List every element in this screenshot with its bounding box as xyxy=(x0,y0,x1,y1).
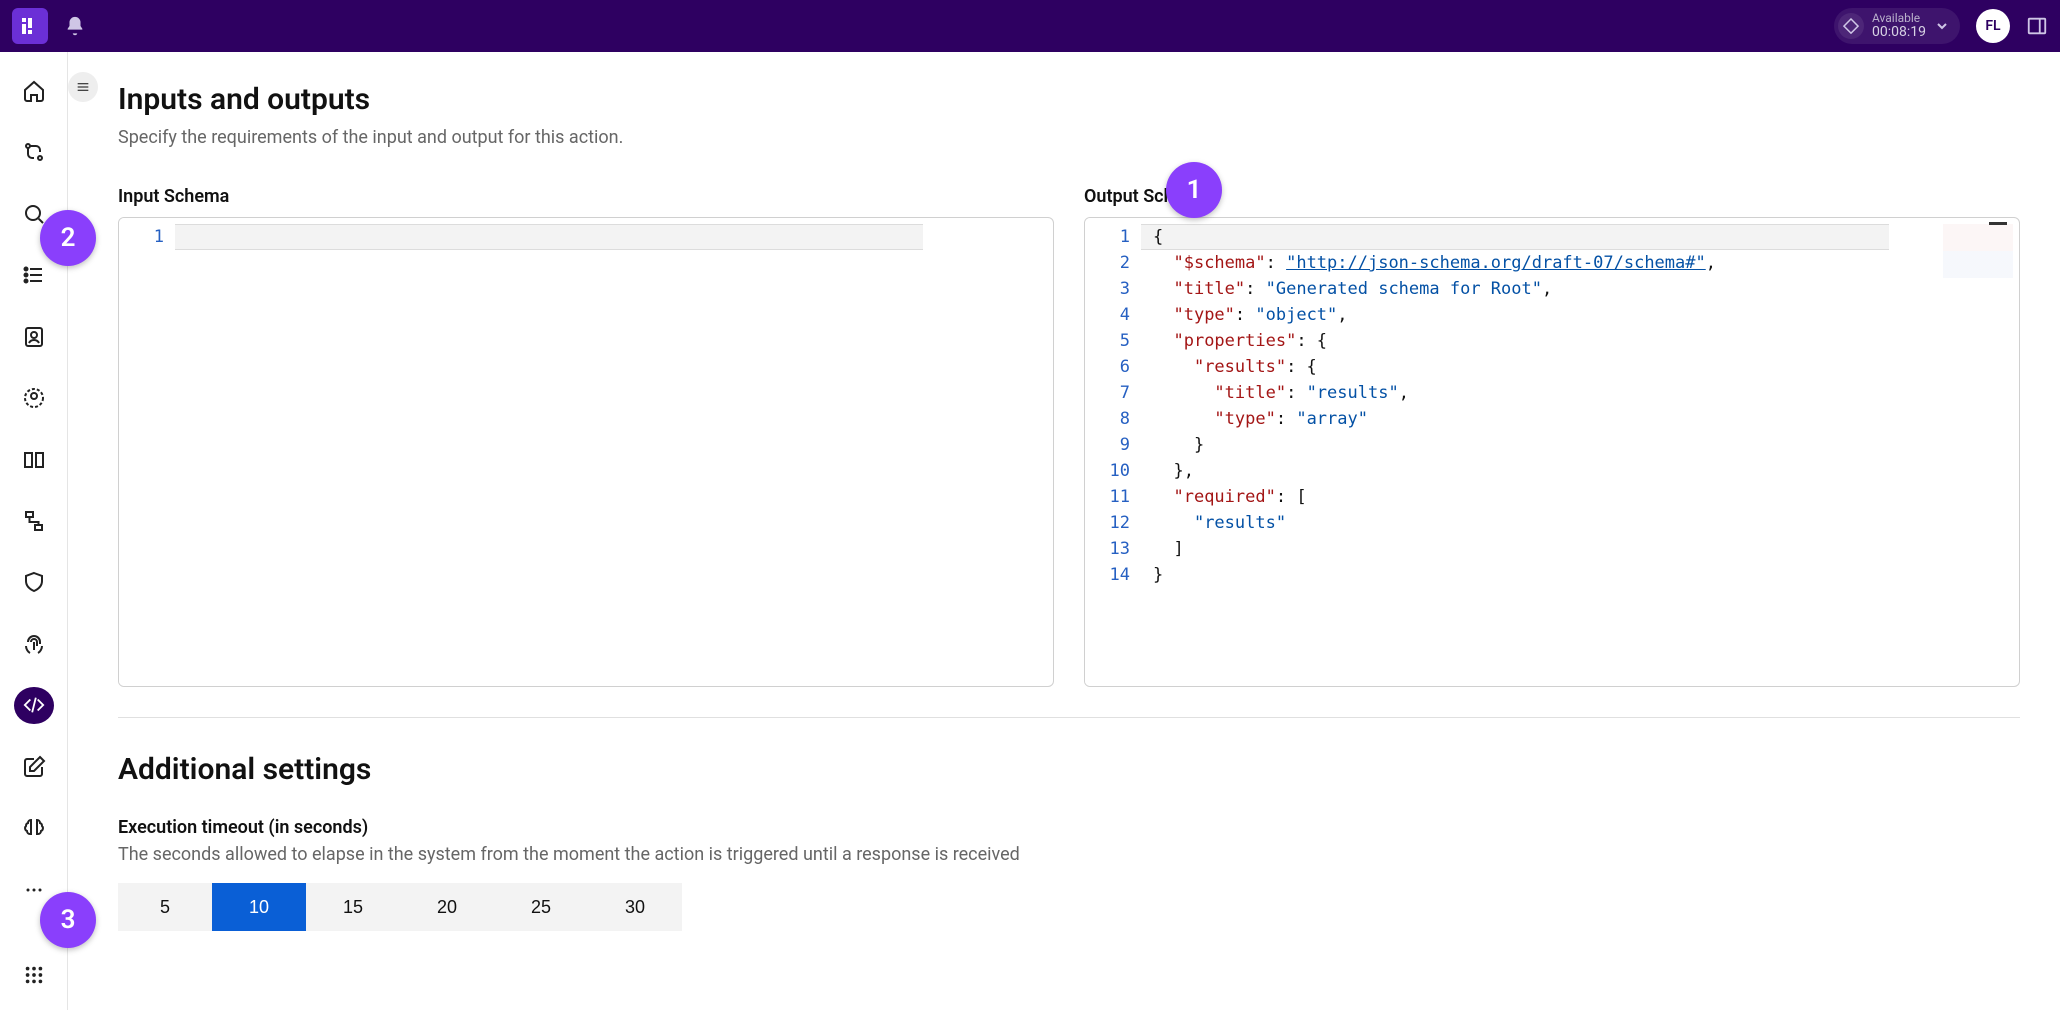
timeout-label: Execution timeout (in seconds) xyxy=(118,817,2020,838)
editor-minimap-viewport xyxy=(1989,222,2007,225)
page-subtitle: Specify the requirements of the input an… xyxy=(118,127,2020,148)
status-time: 00:08:19 xyxy=(1872,25,1926,40)
output-schema-label: Output Schema xyxy=(1084,186,2020,207)
callout-badge-3: 3 xyxy=(40,892,96,948)
additional-settings-title: Additional settings xyxy=(118,752,2020,787)
section-divider xyxy=(118,717,2020,718)
nav-list[interactable] xyxy=(14,256,54,293)
side-rail xyxy=(0,52,68,1010)
status-indicator-icon xyxy=(1838,13,1864,39)
chevron-down-icon xyxy=(1934,18,1950,34)
nav-shield[interactable] xyxy=(14,564,54,601)
nav-apps[interactable] xyxy=(14,957,54,994)
status-label: Available xyxy=(1872,12,1926,25)
panel-toggle-icon[interactable] xyxy=(2026,15,2048,37)
output-schema-editor[interactable]: 1234567891011121314 { "$schema": "http:/… xyxy=(1084,217,2020,687)
nav-home[interactable] xyxy=(14,72,54,109)
nav-edit[interactable] xyxy=(14,748,54,785)
timeout-description: The seconds allowed to elapse in the sys… xyxy=(118,844,2020,865)
app-logo[interactable] xyxy=(12,8,48,44)
input-schema-editor[interactable]: 1 xyxy=(118,217,1054,687)
callout-badge-1: 1 xyxy=(1166,162,1222,218)
nav-contact[interactable] xyxy=(14,318,54,355)
notifications-icon[interactable] xyxy=(64,15,86,37)
logo-icon xyxy=(20,16,40,36)
nav-code[interactable] xyxy=(14,687,54,724)
collapse-sidebar-button[interactable] xyxy=(68,72,98,102)
nav-knowledge[interactable] xyxy=(14,441,54,478)
timeout-option-5[interactable]: 5 xyxy=(118,883,212,931)
nav-profile[interactable] xyxy=(14,379,54,416)
timeout-option-15[interactable]: 15 xyxy=(306,883,400,931)
timeout-option-20[interactable]: 20 xyxy=(400,883,494,931)
timeout-options: 51015202530 xyxy=(118,883,2020,931)
page-title: Inputs and outputs xyxy=(118,82,2020,117)
status-pill[interactable]: Available 00:08:19 xyxy=(1834,8,1960,45)
input-schema-label: Input Schema xyxy=(118,186,1054,207)
nav-flow[interactable] xyxy=(14,502,54,539)
nav-brain[interactable] xyxy=(14,810,54,847)
nav-route[interactable] xyxy=(14,133,54,170)
editor-minimap xyxy=(1943,224,2013,314)
main-content: Inputs and outputs Specify the requireme… xyxy=(68,52,2060,1010)
timeout-option-25[interactable]: 25 xyxy=(494,883,588,931)
nav-fingerprint[interactable] xyxy=(14,625,54,662)
timeout-option-30[interactable]: 30 xyxy=(588,883,682,931)
callout-badge-2: 2 xyxy=(40,210,96,266)
top-bar: Available 00:08:19 FL xyxy=(0,0,2060,52)
avatar[interactable]: FL xyxy=(1976,9,2010,43)
timeout-option-10[interactable]: 10 xyxy=(212,883,306,931)
